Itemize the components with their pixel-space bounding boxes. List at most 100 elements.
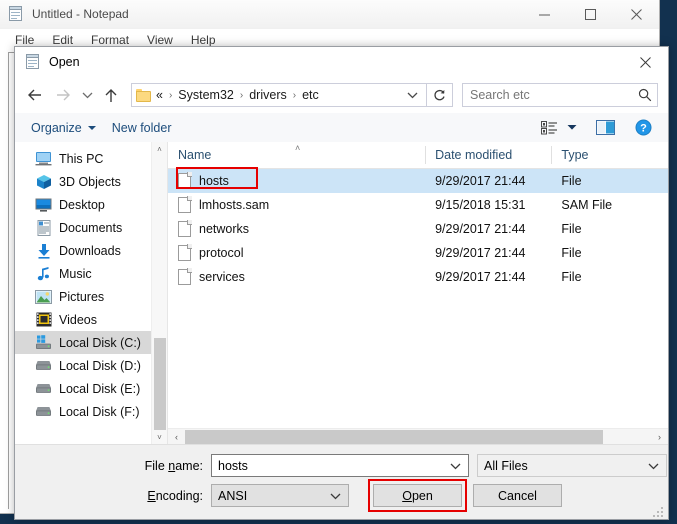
- hscroll-thumb[interactable]: [185, 430, 603, 444]
- breadcrumb-separator: ›: [239, 89, 244, 101]
- toolbar-right-group: ?: [536, 117, 660, 139]
- file-name-cell[interactable]: protocol: [168, 244, 425, 261]
- sidebar-item-music[interactable]: Music: [15, 262, 167, 285]
- file-name-cell[interactable]: hosts: [168, 172, 425, 189]
- file-type-filter-value: All Files: [484, 458, 528, 473]
- svg-text:?: ?: [640, 123, 647, 135]
- documents-icon: [35, 219, 52, 236]
- sidebar-item-downloads[interactable]: Downloads: [15, 239, 167, 262]
- file-date-cell: 9/29/2017 21:44: [435, 270, 526, 284]
- file-type-cell: File: [561, 222, 582, 236]
- sidebar-item-label: Documents: [59, 220, 123, 235]
- table-row[interactable]: lmhosts.sam 9/15/2018 15:31 SAM File: [168, 193, 668, 217]
- view-options-icon[interactable]: [536, 117, 562, 139]
- column-header-date-modified[interactable]: Date modified: [425, 142, 551, 168]
- help-icon[interactable]: ?: [630, 117, 656, 139]
- file-type-filter-select[interactable]: All Files: [477, 454, 667, 477]
- file-name-input[interactable]: hosts: [211, 454, 469, 477]
- dialog-navigation-bar: « › System32 › drivers › etc: [15, 77, 668, 113]
- sidebar-item-label: Local Disk (C:): [59, 335, 141, 350]
- chevron-down-icon[interactable]: [325, 492, 346, 500]
- sidebar-scrollbar-thumb[interactable]: [154, 338, 166, 430]
- table-row[interactable]: protocol 9/29/2017 21:44 File: [168, 241, 668, 265]
- table-row[interactable]: services 9/29/2017 21:44 File: [168, 265, 668, 289]
- resize-grip-icon[interactable]: [653, 505, 665, 517]
- table-row[interactable]: hosts 9/29/2017 21:44 File: [168, 167, 668, 193]
- view-options-chevron-down-icon[interactable]: [564, 117, 580, 139]
- file-name-cell[interactable]: services: [168, 268, 425, 285]
- dialog-toolbar: Organize New folder ?: [15, 113, 668, 143]
- sidebar-item-documents[interactable]: Documents: [15, 216, 167, 239]
- sidebar-item-videos[interactable]: Videos: [15, 308, 167, 331]
- table-row[interactable]: networks 9/29/2017 21:44 File: [168, 217, 668, 241]
- back-button[interactable]: [21, 82, 49, 108]
- dialog-title: Open: [49, 55, 80, 69]
- sidebar-item-local-disk-f[interactable]: Local Disk (F:): [15, 400, 167, 423]
- pictures-icon: [35, 289, 52, 305]
- minimize-button[interactable]: [521, 0, 567, 28]
- maximize-button[interactable]: [567, 0, 613, 28]
- chevron-down-icon[interactable]: [643, 462, 664, 470]
- file-icon: [178, 172, 192, 189]
- sidebar-item-desktop[interactable]: Desktop: [15, 193, 167, 216]
- chevron-down-icon: [87, 125, 96, 130]
- hscroll-right-button[interactable]: ›: [651, 429, 668, 445]
- file-type-cell: File: [561, 174, 582, 188]
- refresh-button[interactable]: [427, 83, 453, 107]
- sidebar-item-label: Local Disk (D:): [59, 358, 141, 373]
- organize-button[interactable]: Organize: [23, 119, 104, 137]
- breadcrumb-system32[interactable]: System32: [177, 88, 235, 102]
- search-box[interactable]: [462, 83, 658, 107]
- dialog-footer: File name: hosts All Files Encoding: ANS…: [15, 444, 668, 519]
- search-icon[interactable]: [638, 88, 652, 102]
- sidebar-item-3d-objects[interactable]: 3D Objects: [15, 170, 167, 193]
- file-icon: [178, 268, 192, 285]
- breadcrumb-etc[interactable]: etc: [301, 88, 320, 102]
- search-input[interactable]: [468, 87, 638, 103]
- breadcrumb-drivers[interactable]: drivers: [248, 88, 288, 102]
- local-disk-windows-icon: [35, 335, 52, 351]
- sidebar-item-local-disk-e[interactable]: Local Disk (E:): [15, 377, 167, 400]
- breadcrumb-separator: ›: [168, 89, 173, 101]
- open-button-wrapper: Open: [368, 479, 467, 512]
- file-name-cell[interactable]: lmhosts.sam: [168, 196, 425, 213]
- file-list-horizontal-scrollbar[interactable]: ‹ ›: [168, 428, 668, 445]
- recent-locations-button[interactable]: [77, 82, 97, 108]
- hscroll-left-button[interactable]: ‹: [168, 429, 185, 445]
- scroll-up-button[interactable]: ˄: [152, 142, 167, 157]
- local-disk-icon: [35, 358, 52, 374]
- sidebar-item-label: Videos: [59, 312, 97, 327]
- sidebar-item-local-disk-d[interactable]: Local Disk (D:): [15, 354, 167, 377]
- encoding-label: Encoding:: [147, 488, 203, 503]
- navigation-sidebar: This PC 3D Objects Desktop Documents Downloa…: [15, 142, 168, 445]
- file-rows: hosts 9/29/2017 21:44 File lmhosts.sam 9/15/…: [168, 167, 668, 289]
- chevron-down-icon[interactable]: [401, 91, 424, 99]
- dialog-close-button[interactable]: [623, 47, 668, 77]
- file-name-label: File name:: [144, 458, 203, 473]
- sidebar-item-local-disk-c[interactable]: Local Disk (C:): [15, 331, 167, 354]
- chevron-down-icon[interactable]: [445, 462, 466, 470]
- sidebar-item-this-pc[interactable]: This PC: [15, 147, 167, 170]
- cancel-button[interactable]: Cancel: [473, 484, 562, 507]
- file-name-text: protocol: [199, 246, 244, 260]
- sidebar-item-label: Pictures: [59, 289, 105, 304]
- sidebar-scrollbar[interactable]: ˄ ˅: [151, 142, 167, 445]
- breadcrumb-chevrons[interactable]: «: [155, 88, 164, 102]
- notepad-icon: [8, 6, 24, 22]
- close-button[interactable]: [613, 0, 659, 28]
- new-folder-button[interactable]: New folder: [104, 119, 180, 137]
- open-button[interactable]: Open: [373, 484, 462, 507]
- sidebar-item-label: Local Disk (E:): [59, 381, 141, 396]
- address-bar[interactable]: « › System32 › drivers › etc: [131, 83, 427, 107]
- file-name-cell[interactable]: networks: [168, 220, 425, 237]
- file-type-cell: File: [561, 270, 582, 284]
- sidebar-item-pictures[interactable]: Pictures: [15, 285, 167, 308]
- up-button[interactable]: [97, 82, 125, 108]
- column-header-type[interactable]: Type: [551, 142, 668, 168]
- desktop-icon: [35, 197, 52, 213]
- file-type-cell: SAM File: [561, 198, 613, 212]
- forward-button[interactable]: [49, 82, 77, 108]
- preview-pane-icon[interactable]: [592, 117, 618, 139]
- scroll-down-button[interactable]: ˅: [152, 430, 167, 445]
- encoding-select[interactable]: ANSI: [211, 484, 349, 507]
